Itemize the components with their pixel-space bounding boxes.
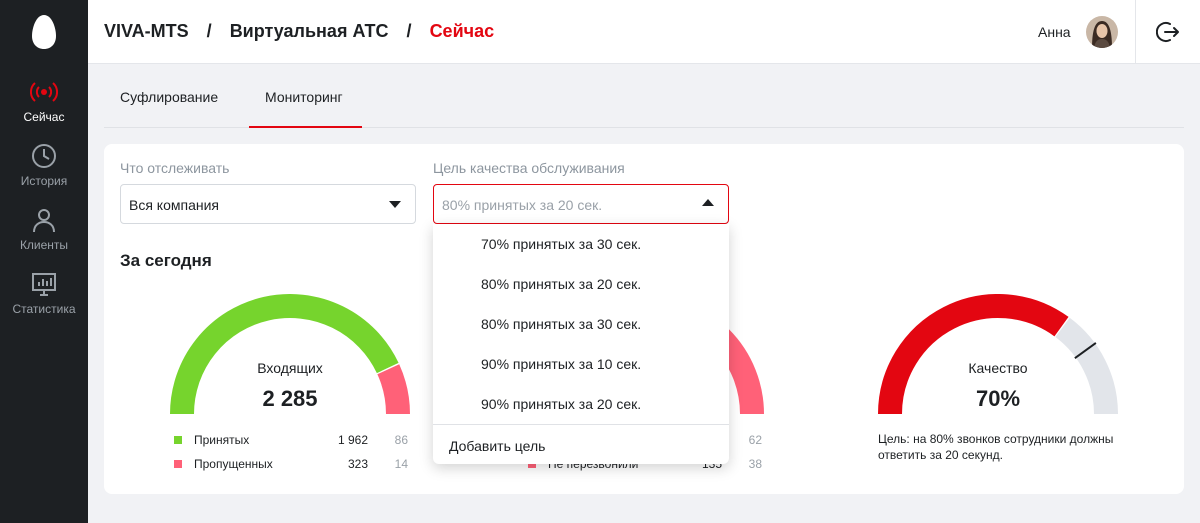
goal-option[interactable]: 80% принятых за 30 сек. (481, 316, 641, 332)
breadcrumb: VIVA-MTS / Виртуальная АТС / Сейчас (104, 21, 494, 42)
avatar-photo-icon (1086, 16, 1118, 48)
goal-option[interactable]: 90% принятых за 20 сек. (481, 396, 641, 412)
dropdown-divider (433, 424, 729, 425)
incoming-gauge-value: 2 285 (262, 386, 318, 411)
broadcast-icon (30, 82, 58, 102)
monitor-chart-icon (32, 273, 56, 296)
missed-legend-label: Пропущенных (194, 457, 273, 471)
missed-percent: 14 (394, 457, 408, 471)
sidebar-item-label: Сейчас (23, 110, 65, 124)
goal-label: Цель качества обслуживания (433, 160, 625, 176)
active-tab-indicator (249, 126, 362, 128)
accepted-legend-label: Принятых (194, 433, 250, 447)
incoming-gauge-label: Входящих (257, 360, 323, 376)
sidebar-item-label: Клиенты (19, 238, 69, 252)
tab-monitoring[interactable]: Мониторинг (265, 89, 343, 105)
user-name[interactable]: Анна (1038, 24, 1071, 40)
breadcrumb-current: Сейчас (429, 21, 495, 41)
header: VIVA-MTS / Виртуальная АТС / Сейчас Анна (88, 0, 1200, 64)
breadcrumb-separator: / (206, 21, 212, 41)
goal-select-value: 80% принятых за 20 сек. (442, 197, 603, 213)
sidebar-item-clients[interactable]: Клиенты (0, 206, 88, 252)
avatar[interactable] (1086, 16, 1118, 48)
sidebar-item-label: История (20, 174, 68, 188)
sidebar-item-statistics[interactable]: Статистика (0, 270, 88, 316)
chevron-up-icon (702, 199, 714, 206)
tab-prompting[interactable]: Суфлирование (120, 89, 218, 105)
chevron-down-icon (389, 201, 401, 208)
goal-option[interactable]: 70% принятых за 30 сек. (481, 236, 641, 252)
track-label: Что отслеживать (120, 160, 230, 176)
sidebar-item-label: Статистика (12, 302, 76, 316)
tab-bar: Суфлирование Мониторинг (104, 64, 1184, 128)
goal-dropdown-menu: 70% принятых за 30 сек. 80% принятых за … (433, 224, 729, 464)
clock-icon (32, 144, 56, 168)
goal-option[interactable]: 90% принятых за 10 сек. (481, 356, 641, 372)
goal-option[interactable]: 80% принятых за 20 сек. (481, 276, 641, 292)
sidebar-item-history[interactable]: История (0, 142, 88, 188)
breadcrumb-company[interactable]: VIVA-MTS (104, 21, 189, 41)
quality-gauge-value: 70% (975, 386, 1021, 411)
egg-logo-icon[interactable] (31, 14, 57, 50)
breadcrumb-product[interactable]: Виртуальная АТС (230, 21, 389, 41)
breadcrumb-separator: / (406, 21, 412, 41)
section-title: За сегодня (120, 251, 212, 270)
header-divider (1135, 0, 1136, 64)
logout-icon[interactable] (1156, 20, 1180, 44)
goal-select[interactable]: 80% принятых за 20 сек. (433, 184, 729, 224)
add-goal-button[interactable]: Добавить цель (449, 438, 545, 454)
accepted-percent: 86 (394, 433, 408, 447)
quality-goal-note: Цель: на 80% звонков сотрудники должны о… (878, 432, 1114, 462)
quality-gauge-label: Качество (968, 360, 1028, 376)
missed-legend-dot (174, 460, 182, 468)
track-select[interactable]: Вся компания (120, 184, 416, 224)
sidebar-item-now[interactable]: Сейчас (0, 78, 88, 124)
track-select-value: Вся компания (129, 197, 220, 213)
user-icon (33, 209, 55, 233)
sidebar: Сейчас История Клиенты Статистика (0, 0, 88, 523)
accepted-legend-dot (174, 436, 182, 444)
